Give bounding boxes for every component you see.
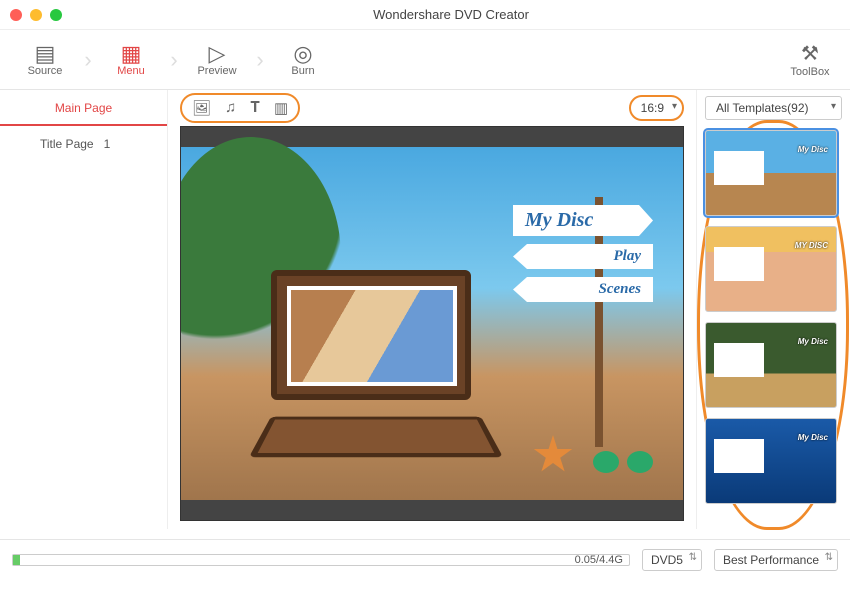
app-title: Wondershare DVD Creator (62, 7, 840, 22)
aspect-ratio-select[interactable]: 16:9 (629, 95, 684, 121)
center-panel: 🖼 ♫ 𝐓 ▥ 16:9 My Disc Play Scenes (168, 90, 696, 529)
left-sidebar: Main Page Title Page 1 (0, 90, 168, 529)
step-label: Preview (197, 65, 236, 77)
sidebar-item-title-page[interactable]: Title Page 1 (0, 126, 167, 162)
template-item[interactable]: MY DISC (705, 226, 837, 312)
title-page-label: Title Page (40, 137, 94, 151)
template-item[interactable]: My Disc (705, 418, 837, 504)
starfish-graphic (533, 435, 573, 475)
step-bar: ▤ Source › ▦ Menu › ▷ Preview › ◎ Burn ⚒… (0, 30, 850, 90)
preview-icon: ▷ (209, 43, 226, 65)
title-page-number: 1 (104, 137, 111, 151)
toolbox-label: ToolBox (790, 66, 829, 78)
scenes-button[interactable]: Scenes (513, 277, 653, 302)
template-item[interactable]: My Disc (705, 322, 837, 408)
text-icon[interactable]: 𝐓 (250, 99, 260, 117)
disc-type-select[interactable]: DVD5 (642, 549, 702, 571)
minimize-icon[interactable] (30, 9, 42, 21)
toolbox-button[interactable]: ⚒ ToolBox (780, 41, 840, 78)
video-thumbnail[interactable] (287, 286, 457, 386)
templates-filter-select[interactable]: All Templates(92) (705, 96, 842, 120)
burn-icon: ◎ (293, 43, 312, 65)
menu-preview[interactable]: My Disc Play Scenes (180, 126, 684, 521)
bottom-bar: 0.05/4.4G DVD5 Best Performance (0, 539, 850, 579)
templates-panel: All Templates(92) My Disc MY DISC My Dis… (696, 90, 850, 529)
menu-options-bar: 🖼 ♫ 𝐓 ▥ 16:9 (168, 90, 696, 126)
template-list: My Disc MY DISC My Disc My Disc (705, 130, 842, 504)
window-controls (10, 9, 62, 21)
disc-usage-fill (13, 555, 20, 565)
close-icon[interactable] (10, 9, 22, 21)
template-item[interactable]: My Disc (705, 130, 837, 216)
menu-icon: ▦ (121, 43, 142, 65)
chevron-right-icon: › (80, 35, 96, 85)
step-burn[interactable]: ◎ Burn (268, 35, 338, 85)
step-label: Source (28, 65, 63, 77)
step-label: Burn (291, 65, 314, 77)
aspect-ratio-value: 16:9 (629, 95, 684, 121)
music-icon[interactable]: ♫ (225, 99, 236, 117)
play-button[interactable]: Play (513, 244, 653, 269)
chevron-right-icon: › (252, 35, 268, 85)
chapters-icon[interactable]: ▥ (274, 99, 288, 117)
menu-signs: My Disc Play Scenes (513, 197, 653, 310)
tab-main-page[interactable]: Main Page (0, 90, 167, 126)
disc-usage-label: 0.05/4.4G (575, 554, 623, 566)
titlebar: Wondershare DVD Creator (0, 0, 850, 30)
step-source[interactable]: ▤ Source (10, 35, 80, 85)
source-icon: ▤ (35, 43, 56, 65)
disc-usage-bar: 0.05/4.4G (12, 554, 630, 566)
sunglasses-graphic (593, 451, 653, 475)
menu-option-group: 🖼 ♫ 𝐓 ▥ (180, 93, 300, 123)
background-image-icon[interactable]: 🖼 (192, 99, 211, 117)
step-preview[interactable]: ▷ Preview (182, 35, 252, 85)
disc-title[interactable]: My Disc (513, 205, 653, 236)
zoom-icon[interactable] (50, 9, 62, 21)
step-label: Menu (117, 65, 145, 77)
suitcase-graphic (271, 270, 501, 470)
toolbox-icon: ⚒ (801, 41, 819, 66)
quality-select[interactable]: Best Performance (714, 549, 838, 571)
step-menu[interactable]: ▦ Menu (96, 35, 166, 85)
chevron-right-icon: › (166, 35, 182, 85)
menu-scene: My Disc Play Scenes (181, 147, 683, 500)
